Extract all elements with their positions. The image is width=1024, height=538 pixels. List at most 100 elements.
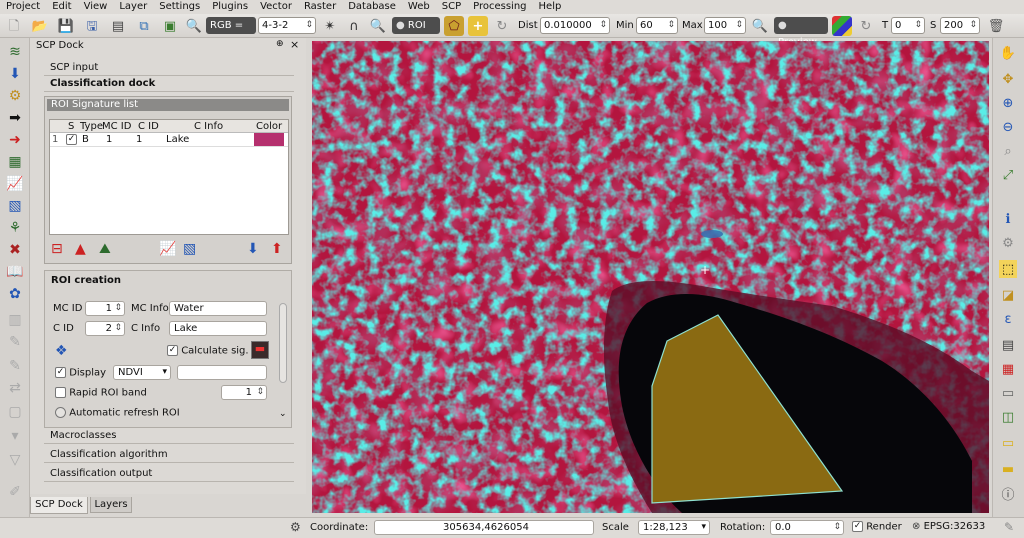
pan-to-selection-icon[interactable]: ✥ — [999, 70, 1017, 88]
edit-icon[interactable]: ✎ — [5, 332, 25, 352]
menu-raster[interactable]: Raster — [298, 0, 342, 14]
delete-icon[interactable]: ▢ — [5, 402, 25, 422]
open-project-icon[interactable]: 📂 — [30, 16, 50, 36]
info-box-icon[interactable]: ⓘ — [999, 484, 1017, 503]
menu-view[interactable]: View — [78, 0, 114, 14]
band-calc-icon[interactable]: ⚘ — [5, 218, 25, 238]
roi-creation-scrollbar[interactable] — [279, 303, 287, 383]
rotation-spinbox[interactable]: 0.0 — [770, 520, 844, 535]
batch-icon[interactable]: ✖ — [5, 240, 25, 260]
paste-icon[interactable]: ✐ — [5, 482, 25, 502]
zoom-full-icon[interactable]: ⤢ — [999, 166, 1017, 184]
menu-vector[interactable]: Vector — [254, 0, 298, 14]
scp-input-section[interactable]: SCP input — [44, 60, 294, 76]
scale-combo[interactable]: 1:28,123 ▾ — [638, 520, 710, 535]
menu-project[interactable]: Project — [0, 0, 46, 14]
t-spinbox[interactable]: 0 — [891, 17, 925, 34]
roi-signature-table[interactable]: S Type MC ID C ID C Info Color 1 ✓ B 1 1… — [49, 119, 289, 235]
c-id-spinbox[interactable]: 2 — [85, 321, 125, 336]
menu-edit[interactable]: Edit — [46, 0, 77, 14]
rapid-roi-spinbox[interactable]: 1 — [221, 385, 267, 400]
coordinate-icon[interactable]: ⚙ — [290, 520, 301, 534]
col-c-id[interactable]: C ID — [138, 121, 159, 132]
zoom-roi-icon[interactable]: 🔍 — [368, 16, 388, 36]
move-icon[interactable]: ⇄ — [5, 378, 25, 398]
expression-select-icon[interactable]: ε — [999, 310, 1017, 328]
roi-pointer-icon[interactable]: ✴ — [320, 16, 340, 36]
dock-float-icon[interactable]: ⊕ — [276, 39, 284, 49]
zoom-in-icon[interactable]: ⊕ — [999, 94, 1017, 112]
roi-polygon-icon[interactable]: ⬠ — [444, 16, 464, 36]
scatter-plot-button-icon[interactable]: ▧ — [183, 241, 201, 259]
coordinate-field[interactable]: 305634,4626054 — [374, 520, 594, 535]
tab-scp-dock[interactable]: SCP Dock — [30, 497, 88, 514]
save-project-icon[interactable]: 💾 — [56, 16, 76, 36]
user-manual-icon[interactable]: 📖 — [5, 262, 25, 282]
rgb-combo[interactable]: 4-3-2 — [258, 17, 316, 34]
map-tips-icon[interactable]: ◫ — [999, 408, 1017, 426]
menu-settings[interactable]: Settings — [153, 0, 206, 14]
copy-icon[interactable]: ▽ — [5, 450, 25, 470]
measure-icon[interactable]: ⚙ — [999, 234, 1017, 252]
row-checkbox[interactable]: ✓ — [66, 134, 77, 145]
deselect-icon[interactable]: ◪ — [999, 286, 1017, 304]
zoom-native-icon[interactable]: ⌕ — [999, 142, 1017, 160]
calculate-signature-icon[interactable]: ⛰ — [99, 241, 117, 259]
zoom-band-icon[interactable]: 🔍 — [184, 16, 204, 36]
roi-toggle[interactable]: ● ROI — [392, 17, 440, 34]
classification-algorithm-section[interactable]: Classification algorithm — [44, 447, 294, 463]
field-calculator-icon[interactable]: ▦ — [999, 360, 1017, 378]
menu-processing[interactable]: Processing — [467, 0, 532, 14]
display-checkbox[interactable]: ✓ Display — [55, 367, 106, 379]
tools-icon[interactable]: ⚙ — [5, 86, 25, 106]
render-check[interactable]: ✓ — [852, 521, 863, 532]
auto-refresh-check[interactable] — [55, 407, 66, 418]
macroclass-icon[interactable]: ❖ — [55, 343, 68, 359]
pan-icon[interactable]: ✋ — [999, 44, 1017, 62]
save-as-icon[interactable]: 🖫 — [82, 16, 102, 36]
new-project-icon[interactable]: 🗋 — [4, 16, 24, 36]
remove-temp-files-icon[interactable]: 🗑 — [986, 16, 1006, 36]
add-point-icon[interactable]: + — [468, 16, 488, 36]
menu-layer[interactable]: Layer — [113, 0, 153, 14]
zoom-out-icon[interactable]: ⊖ — [999, 118, 1017, 136]
col-color[interactable]: Color — [256, 121, 282, 132]
mc-info-input[interactable]: Water — [169, 301, 267, 316]
roi-arc-icon[interactable]: ∩ — [344, 16, 364, 36]
rapid-roi-check[interactable] — [55, 387, 66, 398]
attribute-table-icon[interactable]: ▤ — [999, 336, 1017, 354]
import-icon[interactable]: ➡ — [5, 108, 25, 128]
classification-preview-icon[interactable] — [832, 16, 852, 36]
display-check[interactable]: ✓ — [55, 367, 66, 378]
min-spinbox[interactable]: 60 — [636, 17, 678, 34]
scp-band-set-icon[interactable]: ▣ — [160, 16, 180, 36]
menu-plugins[interactable]: Plugins — [206, 0, 254, 14]
text-annotation-icon[interactable]: ▬ — [999, 460, 1017, 478]
col-type[interactable]: Type — [80, 121, 103, 132]
dist-spinbox[interactable]: 0.010000 — [540, 17, 610, 34]
preview-toggle[interactable]: ● Preview — [774, 17, 828, 48]
print-icon[interactable]: ▤ — [108, 16, 128, 36]
cut-icon[interactable]: ▾ — [5, 426, 25, 446]
map-canvas[interactable]: + — [312, 41, 989, 513]
table-row[interactable]: 1 ✓ B 1 1 Lake — [50, 133, 288, 147]
dock-close-icon[interactable]: × — [290, 38, 299, 51]
mc-id-spinbox[interactable]: 1 — [85, 301, 125, 316]
calculate-sig-check[interactable]: ✓ — [167, 345, 178, 356]
max-spinbox[interactable]: 100 — [704, 17, 746, 34]
tab-layers[interactable]: Layers — [90, 497, 132, 513]
signature-plot-button-icon[interactable]: 📈 — [159, 241, 177, 259]
annotation-icon[interactable]: ▭ — [999, 434, 1017, 452]
scatter-plot-icon[interactable]: ▧ — [5, 196, 25, 216]
delete-signature-icon[interactable]: ⊟ — [51, 241, 69, 259]
render-checkbox[interactable]: ✓ Render — [852, 521, 902, 533]
digitize-icon[interactable]: ▥ — [5, 310, 25, 330]
rapid-roi-checkbox[interactable]: Rapid ROI band — [55, 387, 147, 399]
settings-icon[interactable]: ✿ — [5, 284, 25, 304]
macroclasses-section[interactable]: Macroclasses — [44, 428, 294, 444]
import-signature-icon[interactable]: ⬇ — [247, 241, 265, 259]
col-s[interactable]: S — [68, 121, 74, 132]
messages-icon[interactable]: ✎ — [1004, 520, 1014, 534]
export-icon[interactable]: ➜ — [5, 130, 25, 150]
row-color-swatch[interactable] — [254, 133, 284, 146]
